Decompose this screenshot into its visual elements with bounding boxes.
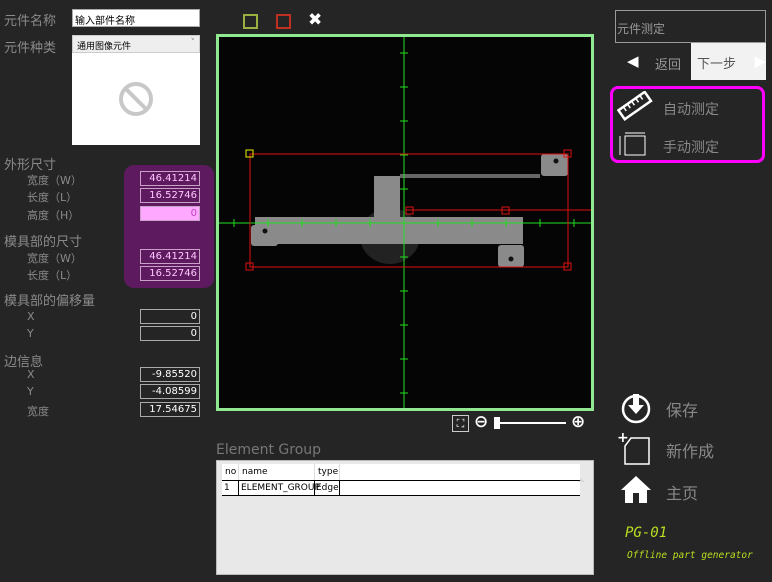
edge-width-field[interactable]: 17.54675: [140, 402, 200, 417]
fit-view-icon[interactable]: ⛶: [452, 415, 469, 432]
outer-length-field[interactable]: 16.52746: [140, 188, 200, 203]
brand-title: PG-01: [625, 525, 668, 541]
type-select[interactable]: 通用图像元件 ˅: [72, 35, 200, 53]
zoom-slider-handle[interactable]: [494, 417, 500, 429]
roi-box: [245, 149, 591, 271]
save-icon[interactable]: [621, 392, 651, 428]
home-icon[interactable]: [620, 474, 652, 508]
cell-type: Edge: [316, 481, 340, 495]
manual-measure-icon[interactable]: [617, 131, 647, 161]
back-button[interactable]: 返回: [655, 54, 681, 73]
outer-width-label: 宽度（W）: [27, 174, 82, 187]
offset-title: 模具部的偏移量: [4, 294, 96, 309]
edge-title: 边信息: [4, 355, 44, 370]
offset-y-label: Y: [27, 327, 34, 340]
brand-subtitle: Offline part generator: [627, 550, 753, 561]
type-value: 通用图像元件: [77, 42, 132, 52]
mold-width-label: 宽度（W）: [27, 252, 82, 265]
step-title: 元件测定: [615, 10, 766, 43]
outer-height-field[interactable]: 0: [140, 206, 200, 221]
edge-x-field[interactable]: -9.85520: [140, 367, 200, 382]
draw-roi-tool[interactable]: [276, 14, 291, 29]
new-button[interactable]: 新作成: [666, 438, 714, 462]
column-type[interactable]: type: [315, 464, 340, 480]
mold-size-title: 模具部的尺寸: [4, 235, 83, 250]
edge-width-label: 宽度: [27, 405, 49, 418]
next-label: 下一步: [697, 57, 737, 72]
save-button[interactable]: 保存: [666, 397, 698, 421]
crosshair: [219, 37, 591, 408]
new-document-icon[interactable]: +: [617, 430, 651, 470]
offset-y-field[interactable]: 0: [140, 326, 200, 341]
preview-image: [72, 53, 200, 145]
outer-size-title: 外形尺寸: [4, 158, 57, 173]
zoom-in-icon[interactable]: ⊕: [571, 412, 585, 432]
svg-text:+: +: [617, 430, 629, 446]
group-title: Element Group: [216, 442, 322, 458]
table-header: no name type: [222, 464, 580, 480]
ruler-icon[interactable]: [616, 90, 653, 125]
outer-width-field[interactable]: 46.41214: [140, 171, 200, 186]
edge-y-label: Y: [27, 385, 34, 398]
home-button[interactable]: 主页: [666, 480, 698, 504]
outer-length-label: 长度（L）: [27, 191, 78, 204]
close-icon[interactable]: ✖: [308, 10, 322, 30]
viewer-canvas: [219, 37, 591, 408]
column-name[interactable]: name: [239, 464, 315, 480]
offset-x-field[interactable]: 0: [140, 309, 200, 324]
manual-measure-button[interactable]: 手动测定: [663, 137, 719, 157]
name-input[interactable]: 输入部件名称: [72, 9, 200, 27]
zoom-out-icon[interactable]: ⊖: [474, 412, 488, 432]
outer-height-label: 高度（H）: [27, 209, 80, 222]
mold-length-label: 长度（L）: [27, 269, 78, 282]
column-no[interactable]: no: [222, 464, 239, 480]
next-arrow-icon: ▶: [754, 52, 766, 70]
name-label: 元件名称: [4, 14, 57, 29]
mold-width-field[interactable]: 46.41214: [140, 249, 200, 264]
chevron-down-icon: ˅: [190, 38, 196, 48]
group-table[interactable]: no name type 1 ELEMENT_GROUP Edge ^: [216, 460, 594, 575]
next-button[interactable]: 下一步 ▶: [691, 43, 766, 80]
scroll-up-icon[interactable]: ^: [577, 479, 585, 489]
draw-box-tool[interactable]: [243, 14, 258, 29]
cell-no: 1: [222, 481, 239, 495]
zoom-slider[interactable]: [494, 417, 566, 429]
edge-y-field[interactable]: -4.08599: [140, 384, 200, 399]
image-viewer[interactable]: [216, 34, 594, 411]
mold-length-field[interactable]: 16.52746: [140, 266, 200, 281]
back-arrow-icon[interactable]: ◀: [627, 52, 639, 70]
edge-x-label: X: [27, 368, 35, 381]
table-row[interactable]: 1 ELEMENT_GROUP Edge: [222, 480, 580, 496]
cell-name: ELEMENT_GROUP: [241, 481, 320, 495]
auto-measure-button[interactable]: 自动测定: [663, 99, 719, 119]
offset-x-label: X: [27, 310, 35, 323]
no-image-icon: [119, 82, 153, 116]
type-label: 元件种类: [4, 41, 57, 56]
